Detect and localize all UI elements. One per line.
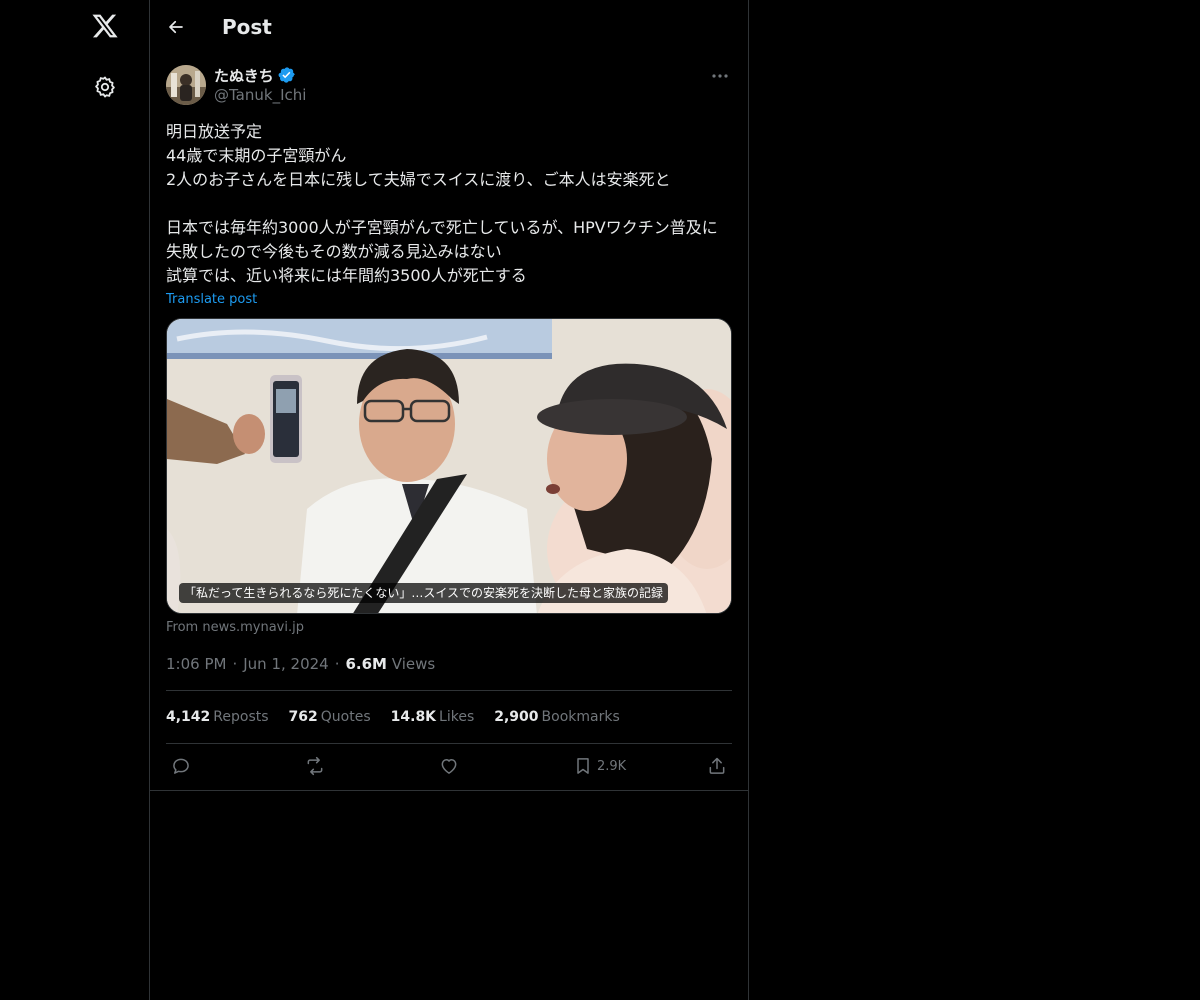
media-card[interactable]: 「私だって生きられるなら死にたくない」…スイスでの安楽死を決断した母と家族の記録 [166, 318, 732, 614]
bookmark-icon [577, 758, 589, 774]
post-date[interactable]: Jun 1, 2024 [243, 655, 328, 673]
post: たぬきち @Tanuk_Ichi 明日放送予定 44歳で末期の子宮頸がん 2人の… [166, 64, 732, 792]
source-link[interactable]: From news.mynavi.jp [166, 620, 732, 635]
post-meta: 1:06 PM · Jun 1, 2024 · 6.6M Views [166, 653, 732, 675]
share-icon [709, 757, 725, 774]
action-bar: 2.9K [166, 744, 732, 792]
author-row: たぬきち @Tanuk_Ichi [166, 64, 732, 106]
reposts-stat[interactable]: 4,142 Reposts [166, 709, 269, 725]
page-title: Post [222, 15, 272, 39]
reply-icon [173, 758, 189, 774]
meta-separator: · [232, 655, 238, 673]
bookmarks-stat[interactable]: 2,900 Bookmarks [494, 709, 620, 725]
verified-badge-icon[interactable] [278, 66, 296, 84]
gear-icon[interactable] [91, 73, 119, 101]
views-label: Views [391, 655, 436, 673]
post-time[interactable]: 1:06 PM [166, 655, 226, 673]
heart-icon [441, 759, 457, 774]
engagement-stats: 4,142 Reposts 762 Quotes 14.8K Likes 2,900 B… [166, 691, 732, 743]
more-options-icon[interactable] [708, 66, 732, 86]
post-text: 明日放送予定 44歳で末期の子宮頸がん 2人のお子さんを日本に残して夫婦でスイス… [166, 122, 718, 285]
reply-button[interactable] [171, 756, 191, 776]
repost-icon [307, 756, 323, 776]
post-bottom-border [150, 790, 748, 791]
translate-post-link[interactable]: Translate post [166, 292, 257, 307]
like-button[interactable] [439, 756, 459, 776]
likes-stat[interactable]: 14.8K Likes [391, 709, 475, 725]
quotes-stat[interactable]: 762 Quotes [289, 709, 371, 725]
avatar[interactable] [166, 65, 206, 105]
main-column: Post たぬきち @Tanuk_Ichi 明日放送予定 44歳で末期の子宮頸が… [150, 0, 749, 1000]
left-nav-rail [0, 0, 150, 1000]
views-count: 6.6M [345, 655, 387, 673]
share-button[interactable] [707, 756, 727, 776]
author-name[interactable]: たぬきち [214, 65, 274, 86]
author-handle[interactable]: @Tanuk_Ichi [214, 86, 306, 104]
bookmark-count: 2.9K [597, 758, 627, 774]
page-header: Post [150, 0, 748, 54]
bookmark-button[interactable]: 2.9K [573, 756, 626, 776]
media-caption: 「私だって生きられるなら死にたくない」…スイスでの安楽死を決断した母と家族の記録 [179, 583, 669, 603]
repost-button[interactable] [304, 756, 326, 776]
back-arrow-icon[interactable] [164, 13, 188, 41]
x-logo-icon[interactable] [89, 10, 121, 42]
meta-separator: · [334, 655, 340, 673]
media-image [167, 319, 731, 613]
